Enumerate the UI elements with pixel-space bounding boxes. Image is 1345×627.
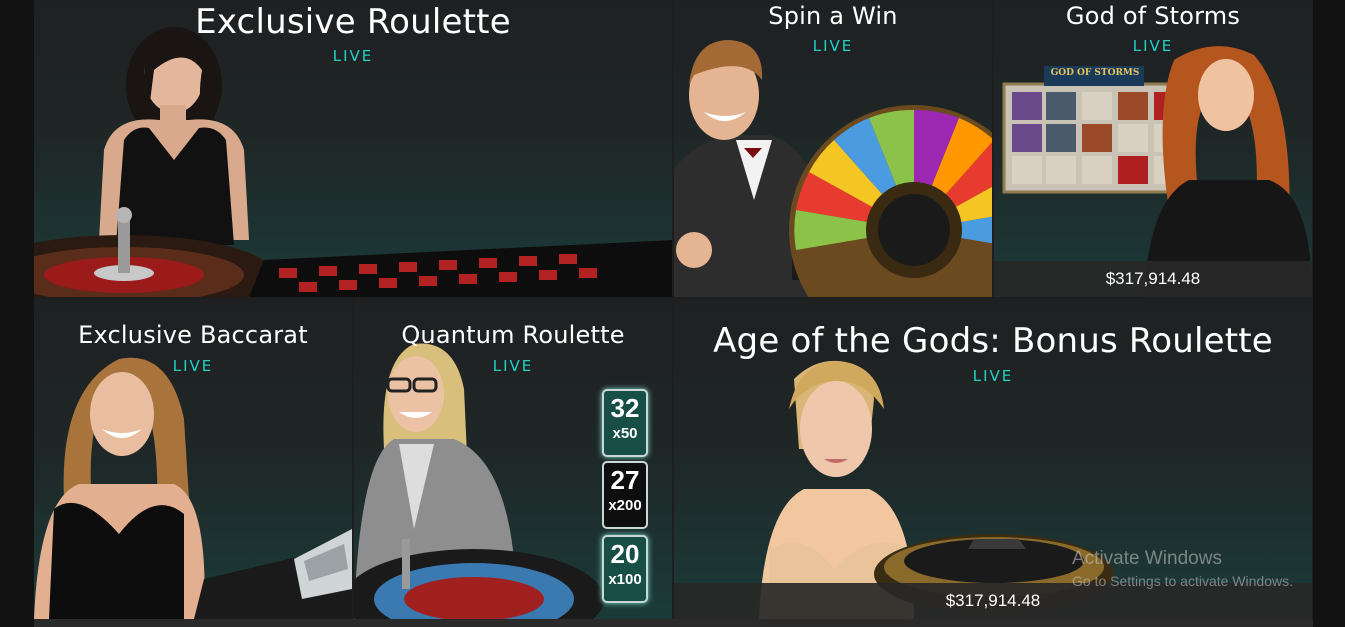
- game-tile-exclusive-roulette[interactable]: Exclusive Roulette LIVE: [34, 0, 672, 297]
- multiplier-card: 32 x50: [602, 389, 648, 457]
- page-bottom-edge: [34, 619, 1313, 627]
- watermark-title: Activate Windows: [1072, 548, 1222, 569]
- live-badge: LIVE: [812, 37, 854, 55]
- jackpot-amount: $317,914.48: [945, 591, 1041, 610]
- windows-activation-watermark: Activate Windows Go to Settings to activ…: [1072, 548, 1293, 589]
- game-title: Spin a Win: [768, 2, 898, 30]
- live-badge: LIVE: [972, 367, 1014, 385]
- game-title: Quantum Roulette: [401, 321, 625, 349]
- live-badge: LIVE: [332, 47, 374, 65]
- game-tile-spin-a-win[interactable]: Spin a Win LIVE: [674, 0, 992, 297]
- multiplier-value: x200: [608, 497, 642, 514]
- game-tile-quantum-roulette[interactable]: Quantum Roulette LIVE 32 x50 27 x200 20 …: [354, 299, 672, 619]
- game-title: Exclusive Roulette: [195, 2, 511, 42]
- live-badge: LIVE: [1132, 37, 1174, 55]
- game-title: Age of the Gods: Bonus Roulette: [713, 321, 1273, 361]
- dealer-image: [34, 27, 672, 297]
- watermark-subtitle: Go to Settings to activate Windows.: [1072, 573, 1293, 589]
- multiplier-number: 20: [610, 539, 640, 569]
- multiplier-number: 27: [610, 465, 640, 495]
- multiplier-value: x50: [612, 425, 638, 442]
- jackpot-amount: $317,914.48: [1105, 269, 1201, 288]
- game-title: Exclusive Baccarat: [78, 321, 308, 349]
- slot-logo: GOD OF STORMS: [1050, 68, 1140, 78]
- multiplier-card: 20 x100: [602, 535, 648, 603]
- jackpot-bar: $317,914.48: [994, 261, 1312, 297]
- multiplier-number: 32: [610, 393, 640, 423]
- game-grid: Exclusive Roulette LIVE Spin a Win LIVE …: [0, 0, 1345, 627]
- live-badge: LIVE: [492, 357, 534, 375]
- game-tile-exclusive-baccarat[interactable]: Exclusive Baccarat LIVE: [34, 299, 352, 619]
- game-tile-god-of-storms[interactable]: GOD OF STORMS God of Storms LIVE $317,91…: [994, 0, 1312, 297]
- multiplier-value: x100: [608, 571, 642, 588]
- game-title: God of Storms: [1065, 2, 1241, 30]
- live-badge: LIVE: [172, 357, 214, 375]
- multiplier-card: 27 x200: [602, 461, 648, 529]
